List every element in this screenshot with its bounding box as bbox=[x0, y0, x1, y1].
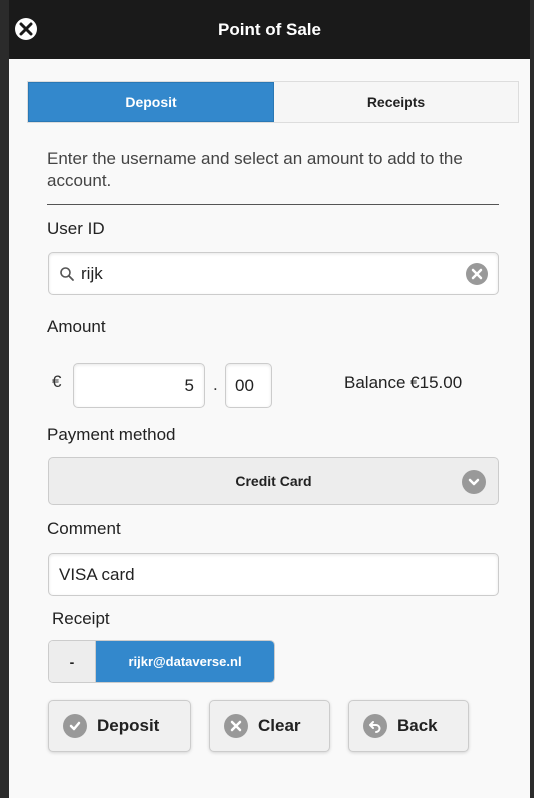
divider bbox=[47, 204, 499, 205]
balance-text: Balance €15.00 bbox=[344, 373, 463, 392]
receipt-email-button[interactable]: rijkr@dataverse.nl bbox=[96, 641, 274, 682]
user-id-label: User ID bbox=[47, 219, 105, 238]
amount-label: Amount bbox=[47, 317, 106, 336]
header-bar: Point of Sale bbox=[9, 0, 530, 59]
clear-button-label: Clear bbox=[258, 716, 301, 735]
back-button-label: Back bbox=[397, 716, 438, 735]
page-title: Point of Sale bbox=[218, 19, 321, 39]
delete-icon bbox=[224, 714, 248, 738]
user-id-value: rijk bbox=[81, 263, 103, 283]
receipt-remove-button[interactable]: - bbox=[49, 641, 96, 682]
tab-bar: Deposit Receipts bbox=[27, 81, 519, 123]
receipt-control: - rijkr@dataverse.nl bbox=[48, 640, 275, 683]
close-icon bbox=[19, 22, 33, 36]
tab-deposit[interactable]: Deposit bbox=[28, 82, 274, 122]
clear-button[interactable]: Clear bbox=[209, 700, 330, 752]
payment-method-label: Payment method bbox=[47, 425, 176, 444]
clear-search-icon[interactable] bbox=[466, 263, 488, 285]
back-button[interactable]: Back bbox=[348, 700, 469, 752]
window-frame-right bbox=[530, 0, 534, 798]
chevron-down-icon bbox=[462, 470, 486, 494]
back-icon bbox=[363, 714, 387, 738]
deposit-button[interactable]: Deposit bbox=[48, 700, 191, 752]
comment-input[interactable]: VISA card bbox=[48, 553, 499, 596]
close-button[interactable] bbox=[15, 18, 37, 40]
tab-receipts[interactable]: Receipts bbox=[274, 82, 518, 122]
payment-method-value: Credit Card bbox=[235, 473, 312, 489]
currency-symbol: € bbox=[52, 372, 62, 391]
payment-method-select[interactable]: Credit Card bbox=[48, 457, 499, 505]
user-id-search-input[interactable]: rijk bbox=[48, 252, 499, 295]
deposit-button-label: Deposit bbox=[97, 716, 160, 735]
amount-minor-input[interactable]: 00 bbox=[225, 363, 272, 408]
search-icon bbox=[60, 267, 74, 281]
intro-text: Enter the username and select an amount … bbox=[47, 149, 463, 190]
comment-label: Comment bbox=[47, 519, 121, 538]
receipt-label: Receipt bbox=[52, 609, 110, 628]
window-frame-left bbox=[0, 0, 9, 798]
main-content: Deposit Receipts Enter the username and … bbox=[9, 59, 530, 798]
decimal-separator: . bbox=[213, 375, 218, 394]
check-icon bbox=[63, 714, 87, 738]
amount-major-input[interactable]: 5 bbox=[73, 363, 205, 408]
